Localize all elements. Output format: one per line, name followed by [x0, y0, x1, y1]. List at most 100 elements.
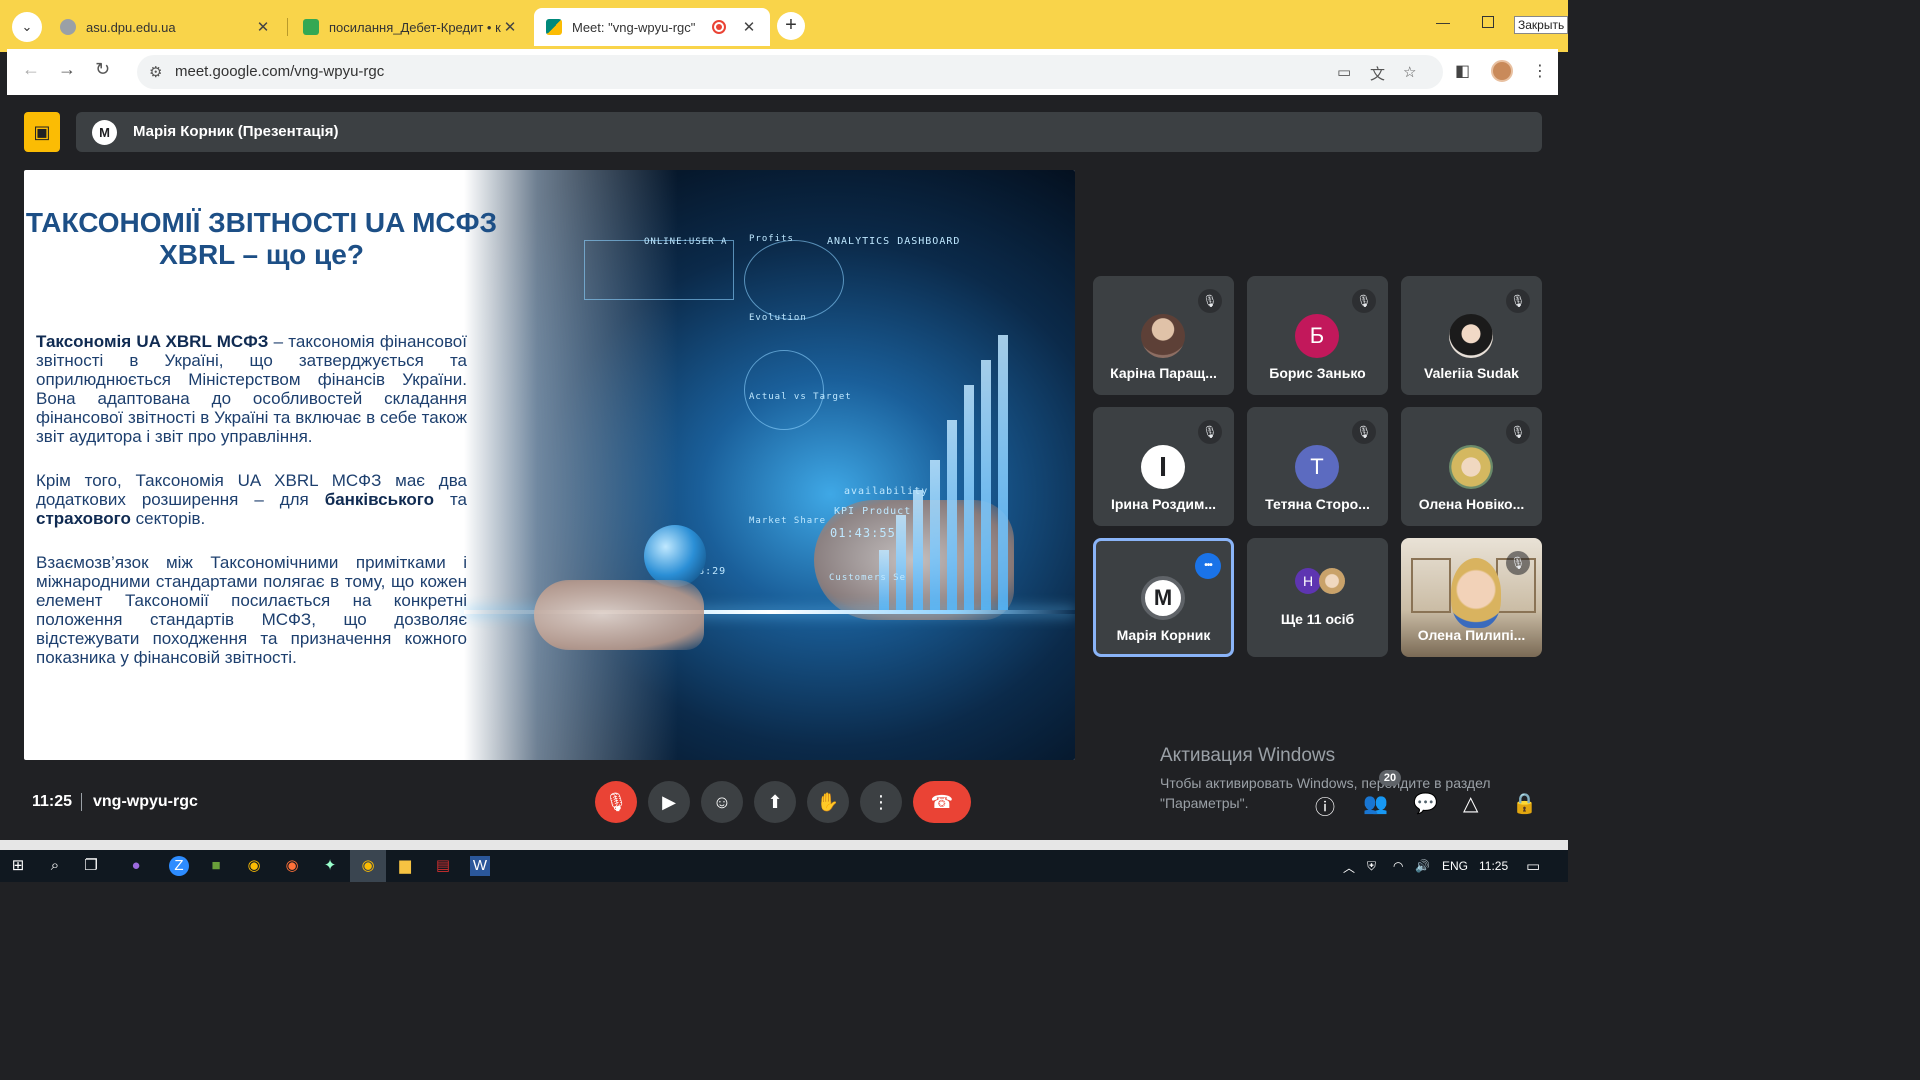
- mic-off-icon: 🎙: [1506, 289, 1530, 313]
- participant-tile[interactable]: Б 🎙 Борис Занько: [1247, 276, 1388, 395]
- profile-avatar[interactable]: [1491, 60, 1513, 82]
- windows-start-icon[interactable]: ⊞: [8, 856, 28, 876]
- taskbar-clock[interactable]: 11:25: [1479, 859, 1508, 873]
- participant-avatar: M: [1141, 576, 1185, 620]
- tab-debet-kredit[interactable]: посилання_Дебет-Кредит • ко ✕: [291, 8, 531, 46]
- leave-call-button[interactable]: ☎: [913, 781, 971, 823]
- activities-icon[interactable]: △: [1463, 791, 1478, 816]
- close-tab-icon[interactable]: ✕: [740, 18, 758, 36]
- participant-tile[interactable]: I 🎙 Ірина Роздим...: [1093, 407, 1234, 526]
- notifications-icon[interactable]: ▭: [1526, 857, 1540, 875]
- translate-icon[interactable]: 文: [1370, 63, 1385, 84]
- site-settings-icon[interactable]: ⚙: [149, 63, 162, 81]
- word-icon[interactable]: W: [470, 856, 490, 876]
- security-icon[interactable]: ⛨: [1367, 859, 1376, 874]
- emoji-button[interactable]: ☺: [701, 781, 743, 823]
- tray-chevron-icon[interactable]: ︿: [1343, 859, 1355, 876]
- present-button[interactable]: ⬆: [754, 781, 796, 823]
- maximize-icon[interactable]: [1482, 16, 1494, 28]
- pdf-icon[interactable]: ▤: [433, 856, 453, 876]
- slide-image-globe: [644, 525, 706, 587]
- browser-tab-strip: ⌄ asu.dpu.edu.ua ✕ посилання_Дебет-Креди…: [0, 0, 1569, 52]
- speaking-indicator-icon: •••: [1195, 553, 1221, 579]
- tab-search-chevron-icon[interactable]: ⌄: [12, 12, 42, 42]
- app-icon[interactable]: ●: [126, 856, 146, 876]
- reload-icon[interactable]: ↻: [95, 59, 110, 80]
- slide-image-hand: [534, 580, 704, 650]
- forward-icon[interactable]: →: [58, 59, 76, 80]
- mic-off-icon: 🎙: [1506, 551, 1530, 575]
- tab-title: Meet: "vng-wpyu-rgc": [572, 19, 696, 35]
- app-icon[interactable]: ✦: [320, 856, 340, 876]
- camera-button[interactable]: ▶: [648, 781, 690, 823]
- firefox-icon[interactable]: ◉: [282, 856, 302, 876]
- slide-title: ТАКСОНОМІЇ ЗВІТНОСТІ UA МСФЗ XBRL – що ц…: [25, 207, 498, 270]
- mic-off-icon: 🎙: [1506, 420, 1530, 444]
- meeting-time: 11:25: [32, 793, 73, 810]
- input-language[interactable]: ENG: [1442, 859, 1468, 873]
- url-text: meet.google.com/vng-wpyu-rgc: [175, 63, 385, 80]
- wifi-icon[interactable]: ◠: [1393, 859, 1403, 873]
- participant-tile-active-speaker[interactable]: M ••• Марія Корник: [1093, 538, 1234, 657]
- participant-tile[interactable]: T 🎙 Тетяна Сторо...: [1247, 407, 1388, 526]
- presentation-header: M Марія Корник (Презентація): [76, 112, 1542, 152]
- participant-tile[interactable]: 🎙 Каріна Паращ...: [1093, 276, 1234, 395]
- participant-video: [1451, 558, 1501, 628]
- video-background-shelf: [1411, 558, 1451, 613]
- participant-video-tile[interactable]: 🎙 Олена Пилипі...: [1401, 538, 1542, 657]
- zoom-icon[interactable]: Z: [169, 856, 189, 876]
- more-participants-tile[interactable]: Н Ще 11 осіб: [1247, 538, 1388, 657]
- file-explorer-icon[interactable]: ▆: [395, 856, 415, 876]
- slide-text: та: [434, 490, 467, 509]
- raise-hand-button[interactable]: ✋: [807, 781, 849, 823]
- side-panel-icon[interactable]: ◧: [1455, 61, 1470, 81]
- mic-off-button[interactable]: 🎙: [595, 781, 637, 823]
- leave-call-icon: ☎: [930, 792, 954, 812]
- chat-icon[interactable]: 💬: [1413, 791, 1438, 816]
- present-icon: ⬆: [767, 792, 783, 812]
- participant-photo: [1319, 568, 1345, 594]
- participant-tile[interactable]: 🎙 Олена Новіко...: [1401, 407, 1542, 526]
- slide-image-text: Customers Se: [829, 573, 907, 583]
- volume-icon[interactable]: 🔊: [1415, 859, 1430, 873]
- back-icon[interactable]: ←: [22, 59, 40, 80]
- participant-photo: [1449, 445, 1493, 489]
- participant-name: Олена Новіко...: [1418, 496, 1525, 512]
- camera-icon: ▶: [662, 792, 676, 812]
- tab-asu[interactable]: asu.dpu.edu.ua ✕: [48, 8, 284, 46]
- participant-name: Марія Корник: [1116, 627, 1211, 643]
- minimize-icon[interactable]: —: [1436, 14, 1450, 30]
- close-window-tooltip: Закрыть: [1514, 16, 1569, 34]
- info-icon[interactable]: ⓘ: [1315, 791, 1335, 820]
- tab-meet[interactable]: Meet: "vng-wpyu-rgc" ✕: [534, 8, 770, 46]
- camera-in-use-icon[interactable]: ▭: [1337, 63, 1351, 81]
- background-window-strip: [0, 840, 1568, 850]
- slide-term: Таксономія UA XBRL МСФЗ: [36, 332, 269, 351]
- slide-paragraph-1: Таксономія UA XBRL МСФЗ – таксономія фін…: [36, 332, 467, 446]
- minecraft-icon[interactable]: ■: [206, 856, 226, 876]
- task-view-icon[interactable]: ❐: [81, 856, 101, 876]
- chrome-menu-icon[interactable]: ⋮: [1532, 61, 1548, 81]
- participant-name: Тетяна Сторо...: [1265, 496, 1370, 512]
- slide-image-text: Evolution: [749, 313, 807, 323]
- chrome-icon[interactable]: ◉: [244, 856, 264, 876]
- more-options-button[interactable]: ⋮: [860, 781, 902, 823]
- chrome-active-icon[interactable]: ◉: [350, 850, 386, 882]
- close-tab-icon[interactable]: ✕: [501, 18, 519, 36]
- slide-image-bar: [896, 515, 906, 610]
- slide-image-panel: [744, 240, 844, 320]
- address-bar[interactable]: ⚙ meet.google.com/vng-wpyu-rgc ▭ 文 ☆: [137, 55, 1443, 89]
- search-icon[interactable]: ⌕: [45, 856, 65, 876]
- stop-presentation-icon[interactable]: ▣: [24, 112, 60, 152]
- new-tab-button[interactable]: +: [777, 12, 805, 40]
- host-controls-icon[interactable]: 🔒: [1512, 791, 1537, 816]
- people-icon[interactable]: 👥: [1363, 791, 1388, 816]
- bookmark-star-icon[interactable]: ☆: [1403, 63, 1416, 81]
- more-participants-label: Ще 11 осіб: [1280, 611, 1355, 627]
- close-tab-icon[interactable]: ✕: [254, 18, 272, 36]
- slide-image-bar: [913, 490, 923, 610]
- slide-image-text: ONLINE:USER A: [644, 237, 728, 247]
- participant-tile[interactable]: 🎙 Valeriia Sudak: [1401, 276, 1542, 395]
- mic-off-icon: 🎙: [1352, 289, 1376, 313]
- recording-icon: [712, 20, 726, 34]
